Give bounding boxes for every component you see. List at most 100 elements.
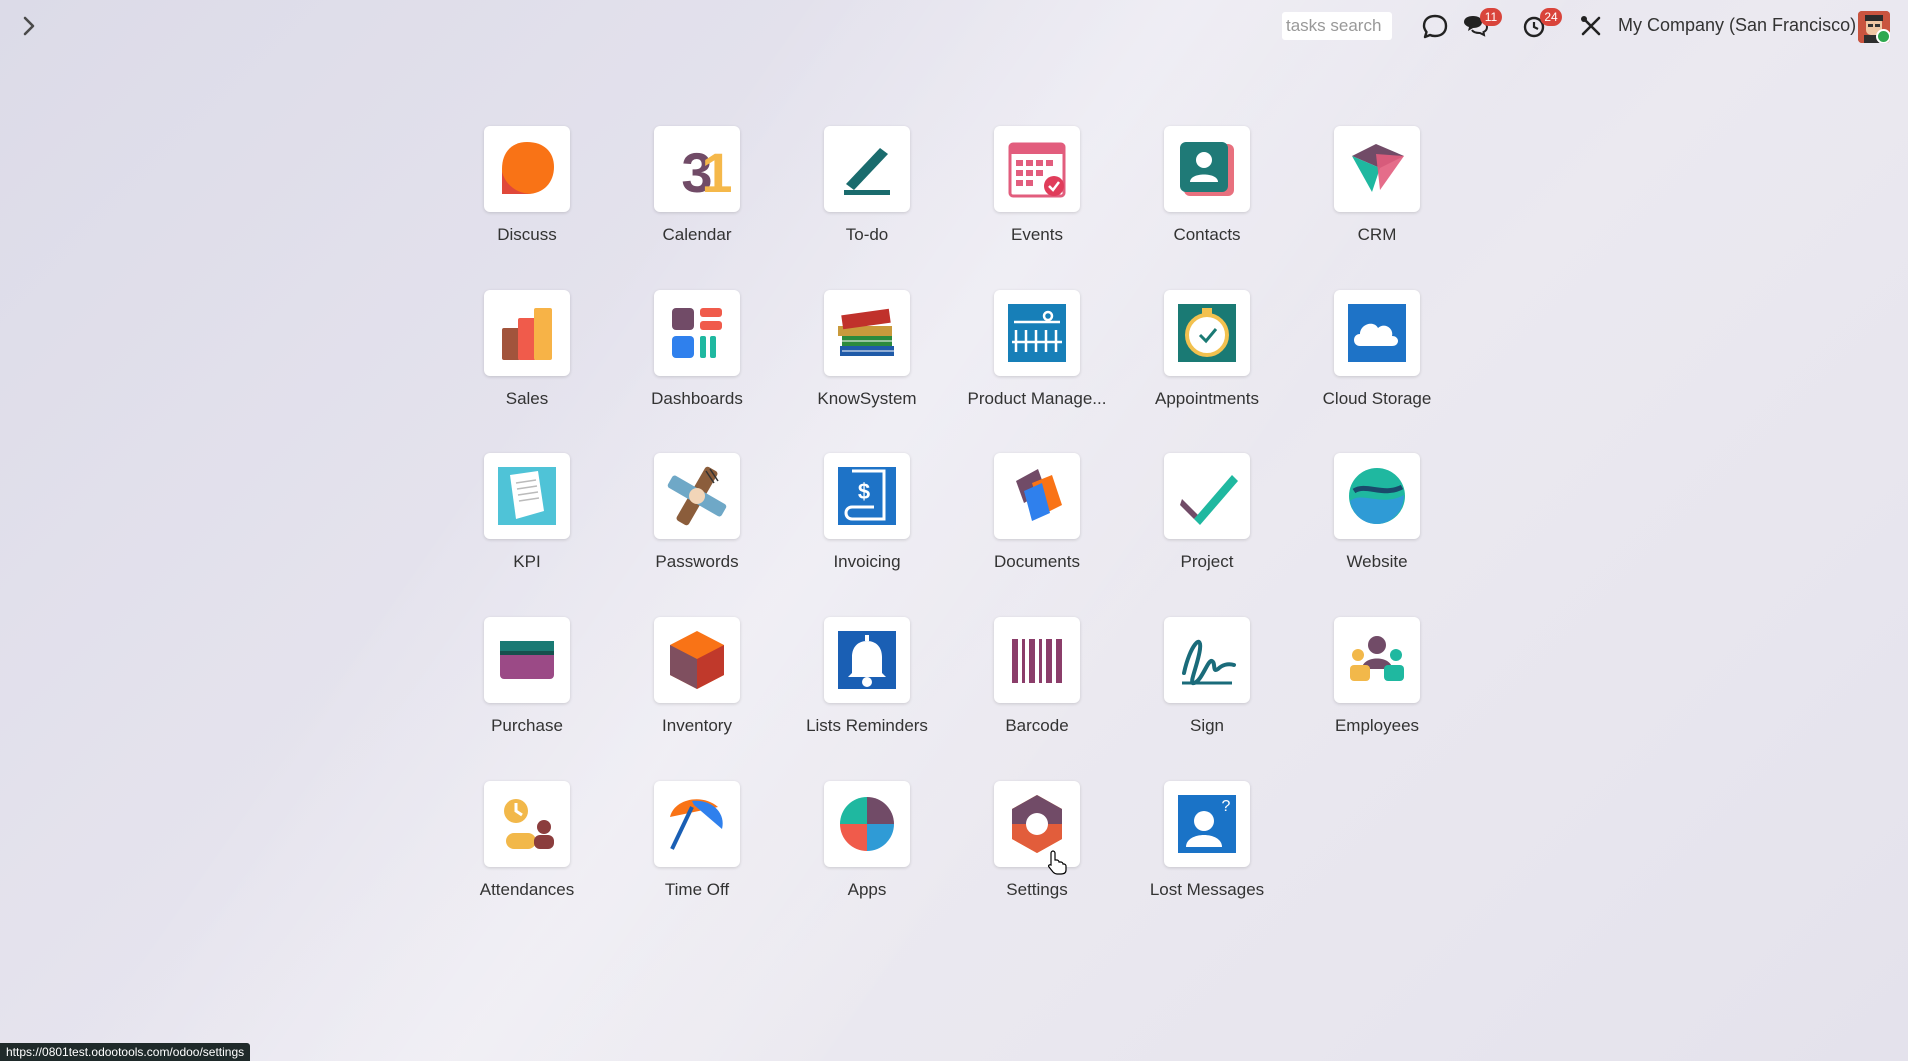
app-label: KPI — [513, 552, 541, 571]
purchase-icon — [500, 641, 554, 679]
crm-icon — [1352, 144, 1404, 192]
app-apps[interactable]: Apps — [774, 781, 960, 921]
app-tile[interactable] — [994, 290, 1080, 376]
sidebar-toggle-chevron-icon[interactable] — [18, 13, 40, 39]
app-time-off[interactable]: Time Off — [604, 781, 790, 921]
app-tile[interactable] — [1334, 126, 1420, 212]
app-settings[interactable]: Settings — [944, 781, 1130, 921]
app-tile[interactable] — [484, 781, 570, 867]
app-tile[interactable] — [1334, 453, 1420, 539]
online-status-dot — [1876, 29, 1890, 43]
product-management-icon — [1008, 304, 1066, 362]
app-tile[interactable]: 31 — [654, 126, 740, 212]
app-crm[interactable]: CRM — [1284, 126, 1470, 266]
app-sign[interactable]: Sign — [1114, 617, 1300, 757]
link-status-bar: https://0801test.odootools.com/odoo/sett… — [0, 1043, 251, 1061]
app-barcode[interactable]: Barcode — [944, 617, 1130, 757]
app-tile[interactable] — [1164, 617, 1250, 703]
app-label: Dashboards — [651, 389, 743, 408]
app-tile[interactable] — [1334, 617, 1420, 703]
app-label: KnowSystem — [817, 389, 917, 408]
lists-reminders-icon — [838, 631, 896, 689]
app-tile[interactable] — [824, 126, 910, 212]
app-dashboards[interactable]: Dashboards — [604, 290, 790, 430]
app-tile[interactable] — [654, 290, 740, 376]
app-tile[interactable] — [484, 126, 570, 212]
debug-tools-icon[interactable] — [1575, 10, 1609, 44]
time-off-icon — [670, 799, 723, 850]
events-icon — [1008, 142, 1066, 198]
calendar-icon: 31 — [681, 141, 732, 204]
app-label: Time Off — [664, 880, 730, 899]
app-discuss[interactable]: Discuss — [434, 126, 620, 266]
app-label: Settings — [1006, 880, 1068, 899]
app-label: To-do — [845, 225, 889, 244]
app-sales[interactable]: Sales — [434, 290, 620, 430]
company-switcher[interactable]: My Company (San Francisco) — [1618, 15, 1856, 36]
app-tile[interactable] — [654, 781, 740, 867]
app-lists-reminders[interactable]: Lists Reminders — [774, 617, 960, 757]
apps-icon — [840, 797, 894, 851]
app-tile[interactable] — [994, 126, 1080, 212]
messages-icon[interactable]: 11 — [1460, 8, 1502, 44]
app-website[interactable]: Website — [1284, 453, 1470, 593]
app-tile[interactable] — [824, 617, 910, 703]
app-tile[interactable] — [994, 453, 1080, 539]
svg-text:1: 1 — [701, 141, 732, 204]
app-tile[interactable] — [484, 453, 570, 539]
app-events[interactable]: Events — [944, 126, 1130, 266]
app-tile[interactable] — [654, 453, 740, 539]
app-documents[interactable]: Documents — [944, 453, 1130, 593]
app-product-management[interactable]: Product Manage... — [944, 290, 1130, 430]
lost-messages-icon: ? — [1178, 795, 1236, 853]
voip-phone-icon[interactable] — [1418, 10, 1452, 44]
sales-icon — [502, 308, 552, 360]
app-contacts[interactable]: Contacts — [1114, 126, 1300, 266]
top-navbar: tasks search 11 24 My Company (San Franc… — [0, 0, 1908, 54]
app-tile[interactable] — [824, 290, 910, 376]
app-knowsystem[interactable]: KnowSystem — [774, 290, 960, 430]
app-label: Cloud Storage — [1322, 389, 1432, 408]
app-label: Sales — [505, 389, 549, 408]
app-tile[interactable] — [994, 617, 1080, 703]
app-label: Lost Messages — [1149, 880, 1265, 899]
search-input[interactable]: tasks search — [1282, 12, 1392, 40]
app-employees[interactable]: Employees — [1284, 617, 1470, 757]
app-tile[interactable] — [654, 617, 740, 703]
app-kpi[interactable]: KPI — [434, 453, 620, 593]
app-cloud-storage[interactable]: Cloud Storage — [1284, 290, 1470, 430]
app-tile[interactable]: ? — [1164, 781, 1250, 867]
activities-clock-icon[interactable]: 24 — [1520, 8, 1562, 44]
app-tile[interactable] — [484, 617, 570, 703]
app-calendar[interactable]: 3 1 Calendar — [604, 126, 790, 266]
app-passwords[interactable]: Passwords — [604, 453, 790, 593]
app-inventory[interactable]: Inventory — [604, 617, 790, 757]
app-tile[interactable] — [1164, 453, 1250, 539]
dashboards-icon — [672, 308, 722, 358]
app-label: Discuss — [497, 225, 557, 244]
app-tile[interactable] — [1164, 126, 1250, 212]
app-attendances[interactable]: Attendances — [434, 781, 620, 921]
app-label: Apps — [847, 880, 887, 899]
user-avatar[interactable] — [1858, 11, 1890, 43]
app-tile[interactable] — [1164, 290, 1250, 376]
appointments-icon — [1178, 304, 1236, 362]
app-tile[interactable] — [1334, 290, 1420, 376]
app-label: Lists Reminders — [806, 716, 928, 735]
app-label: Barcode — [1005, 716, 1069, 735]
app-label: Invoicing — [833, 552, 901, 571]
app-project[interactable]: Project — [1114, 453, 1300, 593]
mouse-pointer-icon — [1046, 849, 1068, 880]
sign-icon — [1182, 640, 1236, 685]
app-lost-messages[interactable]: ? Lost Messages — [1114, 781, 1300, 921]
app-tile[interactable]: $ — [824, 453, 910, 539]
app-purchase[interactable]: Purchase — [434, 617, 620, 757]
app-label: Calendar — [662, 225, 732, 244]
app-appointments[interactable]: Appointments — [1114, 290, 1300, 430]
app-tile[interactable] — [824, 781, 910, 867]
app-invoicing[interactable]: $ Invoicing — [774, 453, 960, 593]
app-tile[interactable] — [484, 290, 570, 376]
invoicing-icon: $ — [838, 467, 896, 525]
app-label: Passwords — [655, 552, 739, 571]
app-todo[interactable]: To-do — [774, 126, 960, 266]
